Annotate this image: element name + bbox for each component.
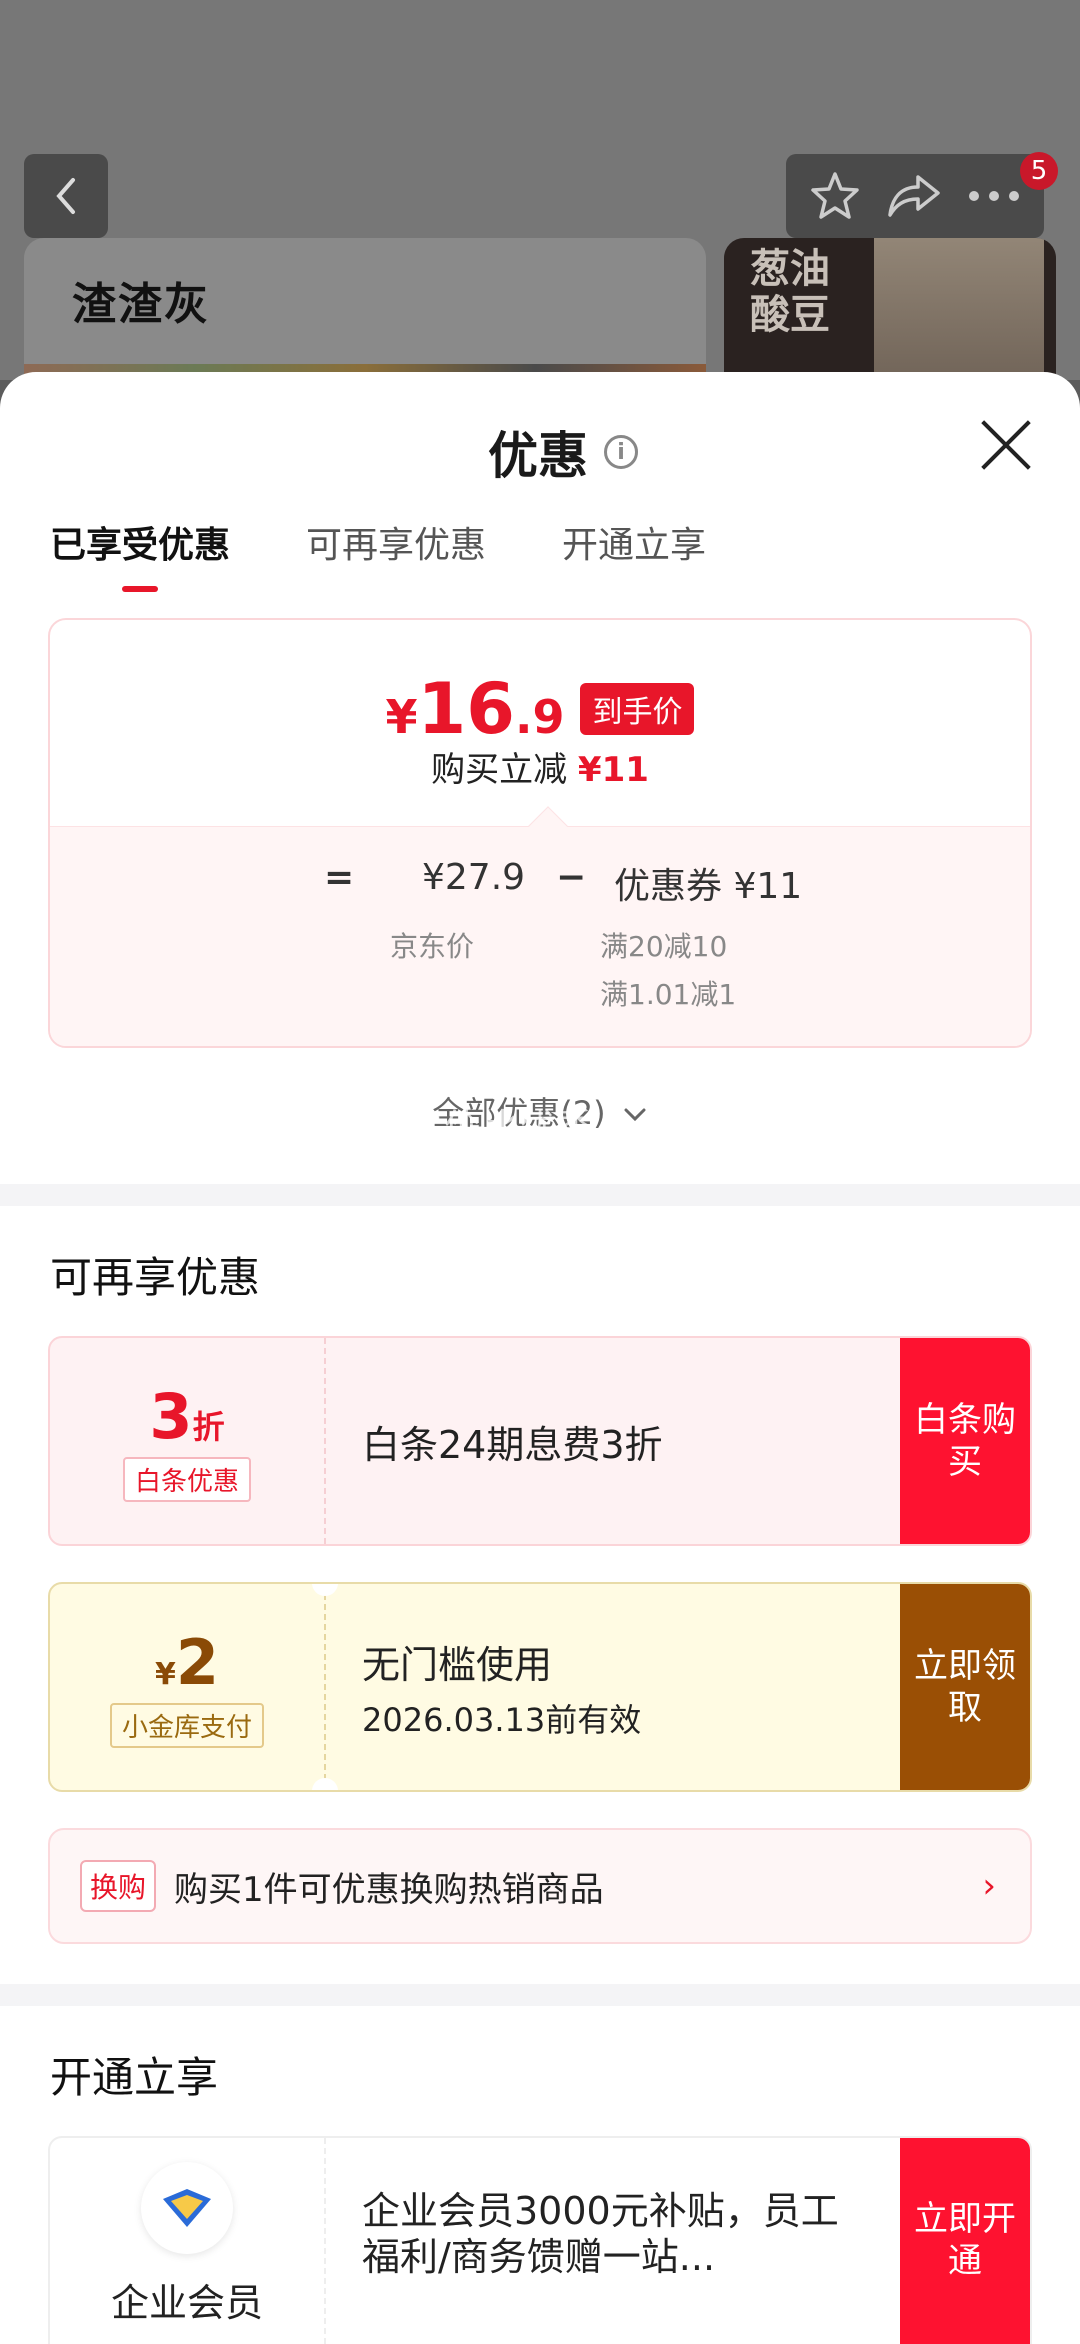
chevron-right-icon: › bbox=[982, 1866, 996, 1906]
baitiao-coupon: 3折 白条优惠 白条24期息费3折 白条购买 bbox=[48, 1336, 1032, 1546]
coupon-discount-value: 3折 bbox=[149, 1380, 224, 1453]
offers-bottom-sheet: 优惠 i 已享受优惠 可再享优惠 开通立享 ¥16.9 到手价 购买立减 ¥11… bbox=[0, 372, 1080, 2344]
top-action-bar bbox=[786, 154, 1044, 238]
enterprise-logo-icon bbox=[141, 2162, 233, 2254]
coupon-value-block: ¥2 小金库支付 bbox=[50, 1584, 338, 1790]
section-divider bbox=[0, 1984, 1080, 2006]
more-dots-icon[interactable] bbox=[966, 186, 1022, 206]
coupon-rule-2: 满1.01减1 bbox=[600, 978, 737, 1011]
tab-more-offers[interactable]: 可再享优惠 bbox=[306, 516, 486, 592]
baitiao-buy-button[interactable]: 白条购买 bbox=[900, 1338, 1030, 1544]
jd-price-value: ¥27.9 bbox=[422, 857, 526, 898]
chevron-left-icon bbox=[56, 178, 75, 214]
swap-tag: 换购 bbox=[80, 1860, 157, 1912]
reduction-label: 购买立减 bbox=[431, 750, 568, 790]
price-breakdown: = ¥27.9 − 优惠券 ¥11 京东价 满20减10 满1.01减1 bbox=[50, 826, 1030, 1046]
product-image-text: 葱油酸豆 bbox=[750, 246, 830, 338]
swap-purchase-row[interactable]: 换购 购买1件可优惠换购热销商品 › bbox=[48, 1828, 1032, 1944]
sheet-header: 优惠 i bbox=[488, 416, 638, 488]
coupon-description: 白条24期息费3折 bbox=[362, 1422, 663, 1467]
enterprise-membership-card: 企业会员 企业会员3000元补贴，员工福利/商务馈赠一站... 立即开通 bbox=[48, 2136, 1032, 2344]
product-brand-text: 渣渣灰 bbox=[72, 279, 210, 330]
coupon-value-block: 3折 白条优惠 bbox=[50, 1338, 326, 1544]
final-price-line: ¥16.9 到手价 bbox=[50, 668, 1030, 750]
equals-sign: = bbox=[324, 857, 355, 898]
back-button[interactable] bbox=[24, 154, 108, 238]
info-icon[interactable]: i bbox=[604, 435, 638, 469]
coupon-amount: ¥2 bbox=[155, 1626, 219, 1699]
coupon-type-tag: 小金库支付 bbox=[109, 1703, 264, 1748]
membership-name: 企业会员 bbox=[110, 2281, 263, 2325]
final-price-summary: ¥16.9 到手价 购买立减 ¥11 bbox=[50, 620, 1030, 826]
final-price-dec: .9 bbox=[514, 690, 565, 744]
discount-unit: 折 bbox=[192, 1408, 225, 1446]
watermark-text: 性价比优秀 bbox=[406, 1107, 597, 1148]
claim-coupon-button[interactable]: 立即领取 bbox=[900, 1584, 1030, 1790]
jd-price-label: 京东价 bbox=[390, 930, 475, 963]
close-icon[interactable] bbox=[976, 416, 1034, 474]
offer-tabs: 已享受优惠 可再享优惠 开通立享 bbox=[50, 516, 706, 592]
coupon-condition: 无门槛使用 bbox=[362, 1642, 553, 1687]
coupon-amount-number: 2 bbox=[175, 1626, 219, 1699]
coupon-description: 无门槛使用 2026.03.13前有效 bbox=[326, 1584, 900, 1790]
membership-desc-text: 企业会员3000元补贴，员工福利/商务馈赠一站... bbox=[362, 2189, 839, 2279]
coupon-validity: 2026.03.13前有效 bbox=[362, 1700, 642, 1739]
final-price-badge: 到手价 bbox=[580, 683, 695, 735]
coupon-total: 优惠券 ¥11 bbox=[614, 866, 803, 907]
final-price-int: 16 bbox=[417, 668, 515, 750]
open-membership-button[interactable]: 立即开通 bbox=[900, 2138, 1030, 2344]
minus-sign: − bbox=[556, 857, 587, 898]
star-icon[interactable] bbox=[808, 169, 862, 223]
discount-number: 3 bbox=[149, 1380, 193, 1453]
reduction-value: ¥11 bbox=[577, 750, 649, 790]
coupon-type-tag: 白条优惠 bbox=[122, 1457, 251, 1502]
membership-description[interactable]: 企业会员3000元补贴，员工福利/商务馈赠一站... bbox=[326, 2138, 900, 2344]
sheet-title: 优惠 bbox=[488, 427, 588, 485]
section-title-open-to-enjoy: 开通立享 bbox=[50, 2053, 219, 2102]
message-count-badge: 5 bbox=[1020, 152, 1058, 190]
share-icon[interactable] bbox=[886, 171, 942, 221]
currency-symbol: ¥ bbox=[154, 1657, 176, 1692]
tab-enjoyed-offers[interactable]: 已享受优惠 bbox=[50, 516, 230, 592]
coupon-rule-1: 满20减10 bbox=[600, 930, 728, 963]
final-price-card: ¥16.9 到手价 购买立减 ¥11 = ¥27.9 − 优惠券 ¥11 京东价… bbox=[48, 618, 1032, 1048]
chevron-down-icon bbox=[624, 1108, 646, 1122]
section-title-more-offers: 可再享优惠 bbox=[50, 1253, 261, 1302]
currency-symbol: ¥ bbox=[385, 690, 418, 744]
xiaojinku-coupon: ¥2 小金库支付 无门槛使用 2026.03.13前有效 立即领取 bbox=[48, 1582, 1032, 1792]
swap-description: 购买1件可优惠换购热销商品 bbox=[174, 1869, 604, 1910]
instant-reduction: 购买立减 ¥11 bbox=[50, 742, 1030, 791]
membership-logo-block: 企业会员 bbox=[50, 2138, 326, 2344]
tab-open-to-enjoy[interactable]: 开通立享 bbox=[562, 516, 706, 592]
section-divider bbox=[0, 1184, 1080, 1206]
